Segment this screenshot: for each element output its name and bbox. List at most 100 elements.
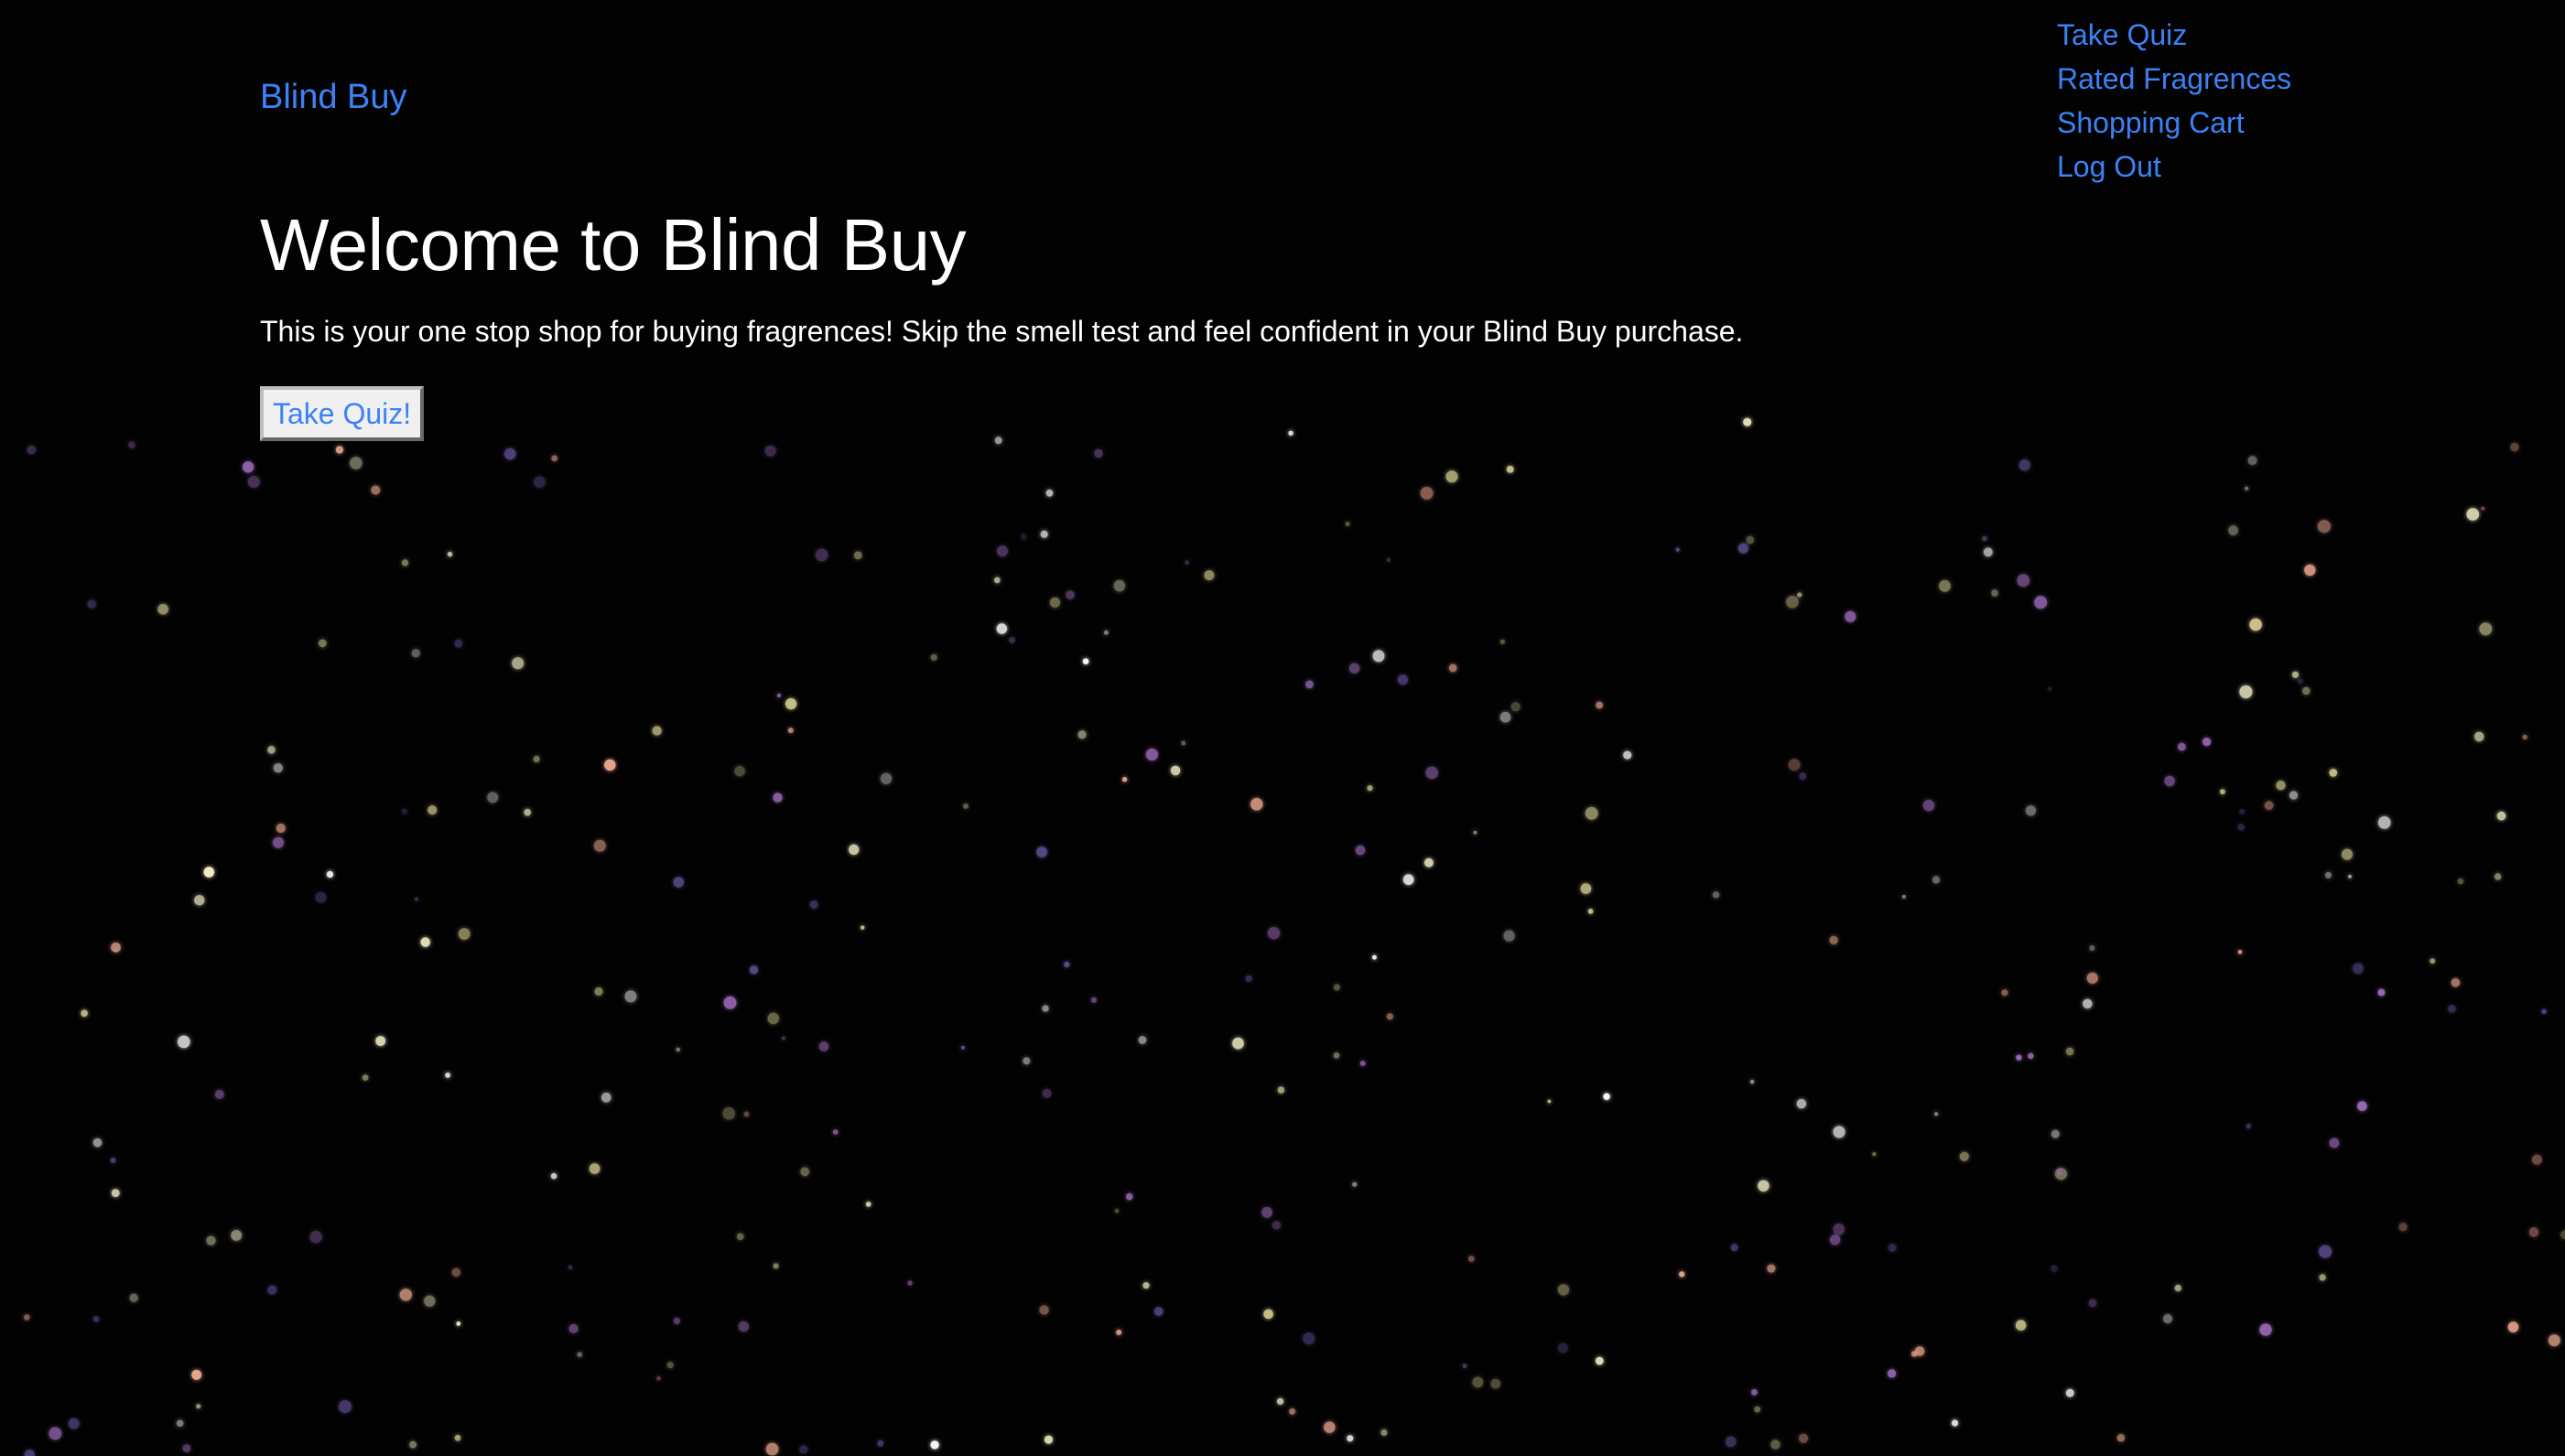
star-dot <box>2347 874 2353 879</box>
star-dot <box>865 1202 871 1207</box>
star-dot <box>309 1231 322 1244</box>
star-dot <box>2088 1299 2097 1308</box>
star-dot <box>447 551 453 557</box>
star-dot <box>1250 798 1263 811</box>
star-dot <box>2448 1005 2456 1013</box>
star-dot <box>319 639 327 648</box>
star-dot <box>2510 442 2519 452</box>
star-dot <box>409 1440 417 1449</box>
nav-log-out[interactable]: Log Out <box>2057 145 2291 189</box>
star-dot <box>785 698 797 710</box>
star-dot <box>1922 799 1935 812</box>
star-dot <box>273 836 284 848</box>
star-dot <box>2317 520 2331 534</box>
star-dot <box>1145 749 1158 760</box>
star-dot <box>1121 777 1128 782</box>
star-dot <box>445 1073 450 1078</box>
star-dot <box>214 1090 224 1099</box>
brand-link[interactable]: Blind Buy <box>260 75 407 119</box>
star-dot <box>2249 618 2262 631</box>
star-dot <box>1277 1086 1285 1094</box>
nav-take-quiz[interactable]: Take Quiz <box>2057 13 2291 57</box>
star-dot <box>111 1189 120 1197</box>
star-dot <box>1730 1244 1738 1252</box>
star-dot <box>458 928 471 940</box>
star-dot <box>1726 1436 1737 1448</box>
star-dot <box>1585 806 1598 820</box>
star-dot <box>568 1323 579 1333</box>
star-dot <box>1510 702 1521 712</box>
star-dot <box>1352 1181 1358 1187</box>
star-dot <box>1425 766 1438 780</box>
star-dot <box>2302 686 2311 696</box>
star-dot <box>1473 830 1477 835</box>
star-dot <box>1064 961 1070 967</box>
star-dot <box>1499 639 1505 644</box>
star-dot <box>2025 805 2036 816</box>
star-dot <box>2051 1129 2060 1138</box>
nav-rated-fragrences[interactable]: Rated Fragrences <box>2057 57 2291 101</box>
star-dot <box>1991 589 1998 597</box>
star-dot <box>1355 845 1366 856</box>
star-dot <box>1932 876 1940 884</box>
star-dot <box>723 996 737 1009</box>
star-dot <box>773 1263 779 1269</box>
star-dot <box>375 1036 386 1046</box>
star-dot <box>2178 742 2186 751</box>
star-dot <box>1040 530 1048 538</box>
star-dot <box>2028 1052 2034 1059</box>
star-dot <box>1888 1369 1897 1378</box>
star-dot <box>767 1012 779 1025</box>
star-dot <box>1788 759 1801 771</box>
star-dot <box>27 445 37 455</box>
star-dot <box>1754 1406 1760 1413</box>
star-dot <box>1713 891 1720 899</box>
star-dot <box>2495 873 2502 880</box>
star-dot <box>1045 490 1054 497</box>
star-dot <box>1797 592 1802 598</box>
star-dot <box>524 808 531 816</box>
star-dot <box>996 623 1008 634</box>
star-dot <box>1558 1343 1568 1354</box>
star-dot <box>1386 557 1391 563</box>
star-dot <box>743 1111 750 1117</box>
star-dot <box>2259 1323 2272 1336</box>
star-dot <box>1345 522 1350 526</box>
star-dot <box>428 805 438 815</box>
star-dot <box>1372 650 1385 663</box>
star-dot <box>765 1442 779 1456</box>
star-dot <box>676 1047 680 1052</box>
star-dot <box>2528 1227 2539 1237</box>
hero-section: Welcome to Blind Buy This is your one st… <box>260 200 1743 441</box>
star-dot <box>1623 750 1632 760</box>
star-dot <box>589 1163 601 1174</box>
star-dot <box>1580 883 1592 894</box>
star-dot <box>2017 574 2030 588</box>
star-dot <box>1009 637 1015 643</box>
star-dot <box>2239 685 2253 698</box>
star-dot <box>504 448 516 460</box>
star-dot <box>2541 1008 2547 1015</box>
star-dot <box>2377 816 2391 829</box>
star-dot <box>1679 1271 1685 1278</box>
star-dot <box>2264 801 2274 810</box>
star-dot <box>854 551 862 560</box>
star-dot <box>2357 1101 2367 1111</box>
star-dot <box>2065 1388 2074 1397</box>
nav-shopping-cart[interactable]: Shopping Cart <box>2057 101 2291 145</box>
star-dot <box>2237 824 2245 831</box>
star-dot <box>2237 950 2243 954</box>
star-dot <box>1888 1244 1897 1252</box>
star-dot <box>194 895 205 906</box>
take-quiz-button[interactable]: Take Quiz! <box>260 386 425 441</box>
star-dot <box>809 901 818 909</box>
star-dot <box>722 1107 735 1120</box>
star-dot <box>2247 456 2257 466</box>
star-dot <box>960 1045 965 1050</box>
star-dot <box>350 457 363 469</box>
star-dot <box>1272 1221 1281 1230</box>
star-dot <box>1113 579 1126 592</box>
star-dot <box>2289 791 2299 800</box>
star-dot <box>182 1444 191 1452</box>
star-dot <box>1751 1389 1758 1396</box>
